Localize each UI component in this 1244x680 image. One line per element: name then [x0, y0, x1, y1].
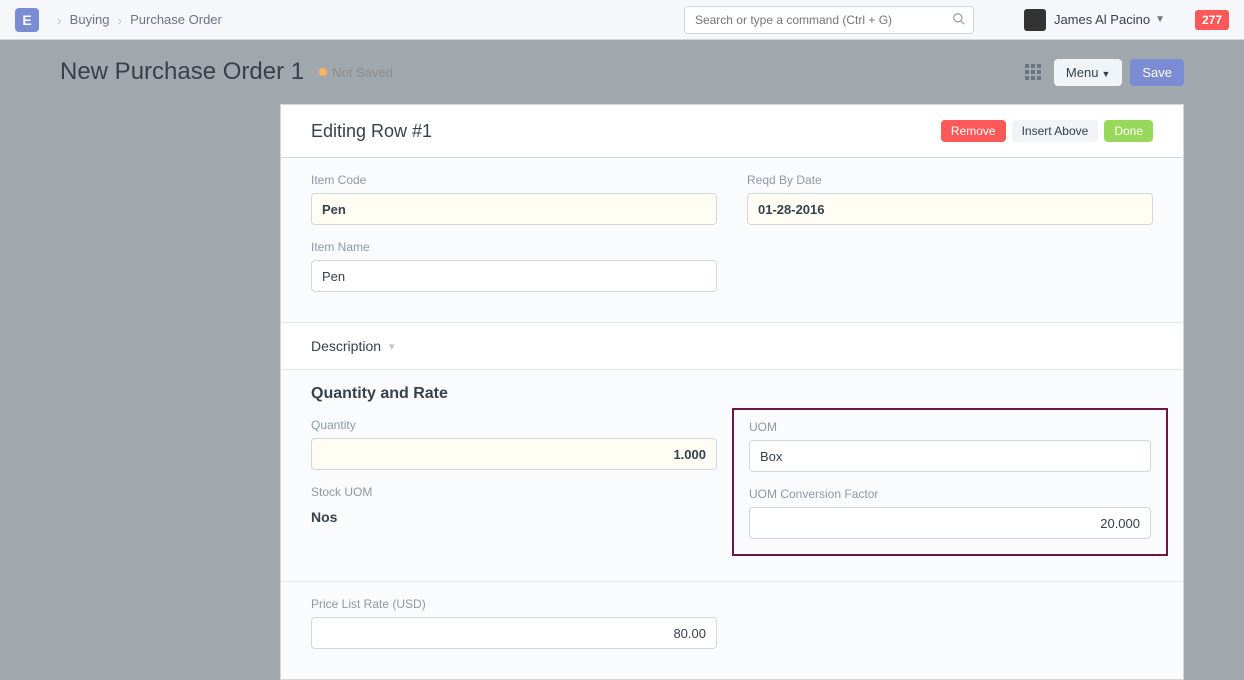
main-content: Editing Row #1 Remove Insert Above Done …	[0, 104, 1244, 680]
item-name-label: Item Name	[311, 240, 717, 254]
stock-uom-label: Stock UOM	[311, 485, 717, 499]
price-list-rate-input[interactable]	[311, 617, 717, 649]
price-list-rate-field: Price List Rate (USD)	[311, 597, 717, 649]
item-name-field: Item Name	[311, 240, 717, 292]
reqd-by-date-input[interactable]	[747, 193, 1153, 225]
app-logo[interactable]: E	[15, 8, 39, 32]
menu-label: Menu	[1066, 65, 1099, 80]
item-code-field: Item Code	[311, 173, 717, 225]
caret-down-icon: ▼	[1101, 69, 1110, 79]
done-button[interactable]: Done	[1104, 120, 1153, 142]
breadcrumb-buying[interactable]: Buying	[70, 12, 110, 27]
breadcrumb-purchase-order[interactable]: Purchase Order	[130, 12, 222, 27]
caret-down-icon: ▼	[1155, 14, 1165, 25]
reqd-by-date-field: Reqd By Date	[747, 173, 1153, 225]
sidebar-column	[60, 104, 280, 680]
item-code-input[interactable]	[311, 193, 717, 225]
stock-uom-field: Stock UOM Nos	[311, 485, 717, 525]
row-editor-title: Editing Row #1	[311, 121, 432, 142]
reqd-by-date-label: Reqd By Date	[747, 173, 1153, 187]
search-input[interactable]	[684, 6, 974, 34]
page-head: New Purchase Order 1 Not Saved Menu▼ Sav…	[0, 40, 1244, 104]
price-section: Price List Rate (USD)	[281, 582, 1183, 679]
quantity-label: Quantity	[311, 418, 717, 432]
description-label: Description	[311, 338, 381, 354]
user-menu[interactable]: James Al Pacino ▼	[1024, 9, 1165, 31]
uom-input[interactable]	[749, 440, 1151, 472]
navbar: E › Buying › Purchase Order James Al Pac…	[0, 0, 1244, 40]
status-dot-icon	[319, 68, 327, 76]
status-text: Not Saved	[332, 65, 393, 80]
grid-icon[interactable]	[1025, 64, 1041, 80]
row-editor-header: Editing Row #1 Remove Insert Above Done	[281, 105, 1183, 158]
description-toggle[interactable]: Description ▾	[281, 323, 1183, 370]
notification-badge[interactable]: 277	[1195, 10, 1229, 30]
user-name: James Al Pacino	[1054, 12, 1150, 27]
chevron-right-icon: ›	[117, 12, 122, 28]
item-code-label: Item Code	[311, 173, 717, 187]
chevron-right-icon: ›	[57, 12, 62, 28]
chevron-down-icon: ▾	[389, 340, 395, 353]
quantity-field: Quantity	[311, 418, 717, 470]
uom-conversion-label: UOM Conversion Factor	[749, 487, 1151, 501]
item-section: Item Code Item Name Reqd By Date	[281, 158, 1183, 323]
price-list-rate-label: Price List Rate (USD)	[311, 597, 717, 611]
save-button[interactable]: Save	[1130, 59, 1184, 86]
search-icon	[952, 12, 966, 29]
uom-conversion-field: UOM Conversion Factor	[749, 487, 1151, 539]
stock-uom-value: Nos	[311, 505, 717, 525]
insert-above-button[interactable]: Insert Above	[1012, 120, 1099, 142]
form-card: Editing Row #1 Remove Insert Above Done …	[280, 104, 1184, 680]
uom-highlight-box: UOM UOM Conversion Factor	[732, 408, 1168, 556]
search-wrap	[684, 6, 974, 34]
menu-button[interactable]: Menu▼	[1054, 59, 1122, 86]
item-name-input[interactable]	[311, 260, 717, 292]
page-title: New Purchase Order 1	[60, 58, 304, 86]
quantity-rate-heading: Quantity and Rate	[311, 385, 1153, 403]
avatar	[1024, 9, 1046, 31]
quantity-input[interactable]	[311, 438, 717, 470]
uom-field: UOM	[749, 420, 1151, 472]
remove-button[interactable]: Remove	[941, 120, 1006, 142]
save-status: Not Saved	[319, 65, 393, 80]
uom-conversion-input[interactable]	[749, 507, 1151, 539]
quantity-rate-section: Quantity and Rate Quantity Stock UOM Nos	[281, 370, 1183, 582]
breadcrumb: › Buying › Purchase Order	[49, 12, 222, 28]
uom-label: UOM	[749, 420, 1151, 434]
